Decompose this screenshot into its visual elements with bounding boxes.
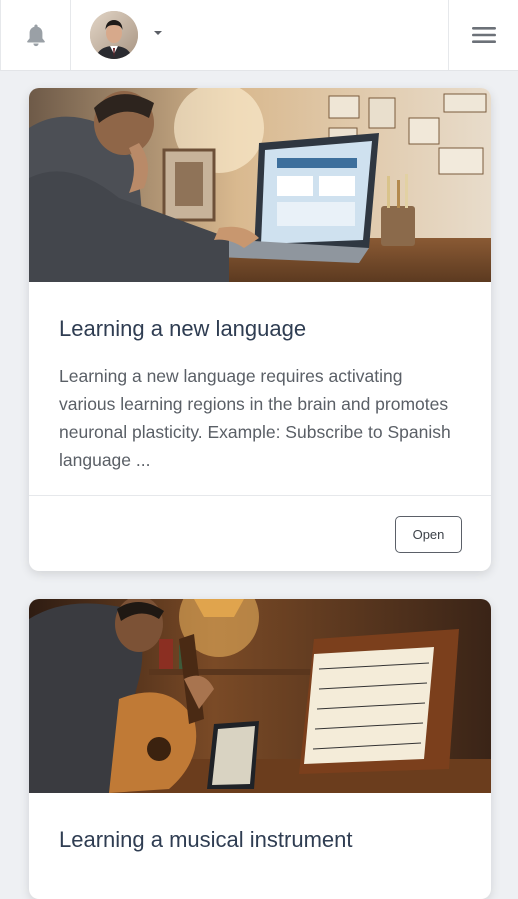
card-title: Learning a musical instrument bbox=[59, 827, 353, 852]
top-navbar bbox=[0, 0, 518, 71]
bell-icon bbox=[26, 24, 45, 47]
notifications-button[interactable] bbox=[0, 0, 71, 70]
course-card-instrument: Learning a musical instrument bbox=[29, 599, 491, 899]
card-description: Learning a new language requires activat… bbox=[59, 366, 451, 470]
chevron-down-icon[interactable] bbox=[154, 31, 162, 35]
card-footer: Open bbox=[29, 495, 491, 571]
card-image-language-learning bbox=[29, 88, 491, 282]
course-card-language: Learning a new language Learning a new l… bbox=[29, 88, 491, 571]
main-menu-button[interactable] bbox=[448, 0, 518, 70]
user-avatar[interactable] bbox=[90, 11, 138, 59]
card-image-music-learning bbox=[29, 599, 491, 793]
hamburger-menu-icon bbox=[471, 27, 496, 43]
open-button[interactable]: Open bbox=[395, 516, 462, 553]
card-title: Learning a new language bbox=[59, 316, 307, 341]
user-menu-toggle[interactable] bbox=[71, 0, 181, 70]
